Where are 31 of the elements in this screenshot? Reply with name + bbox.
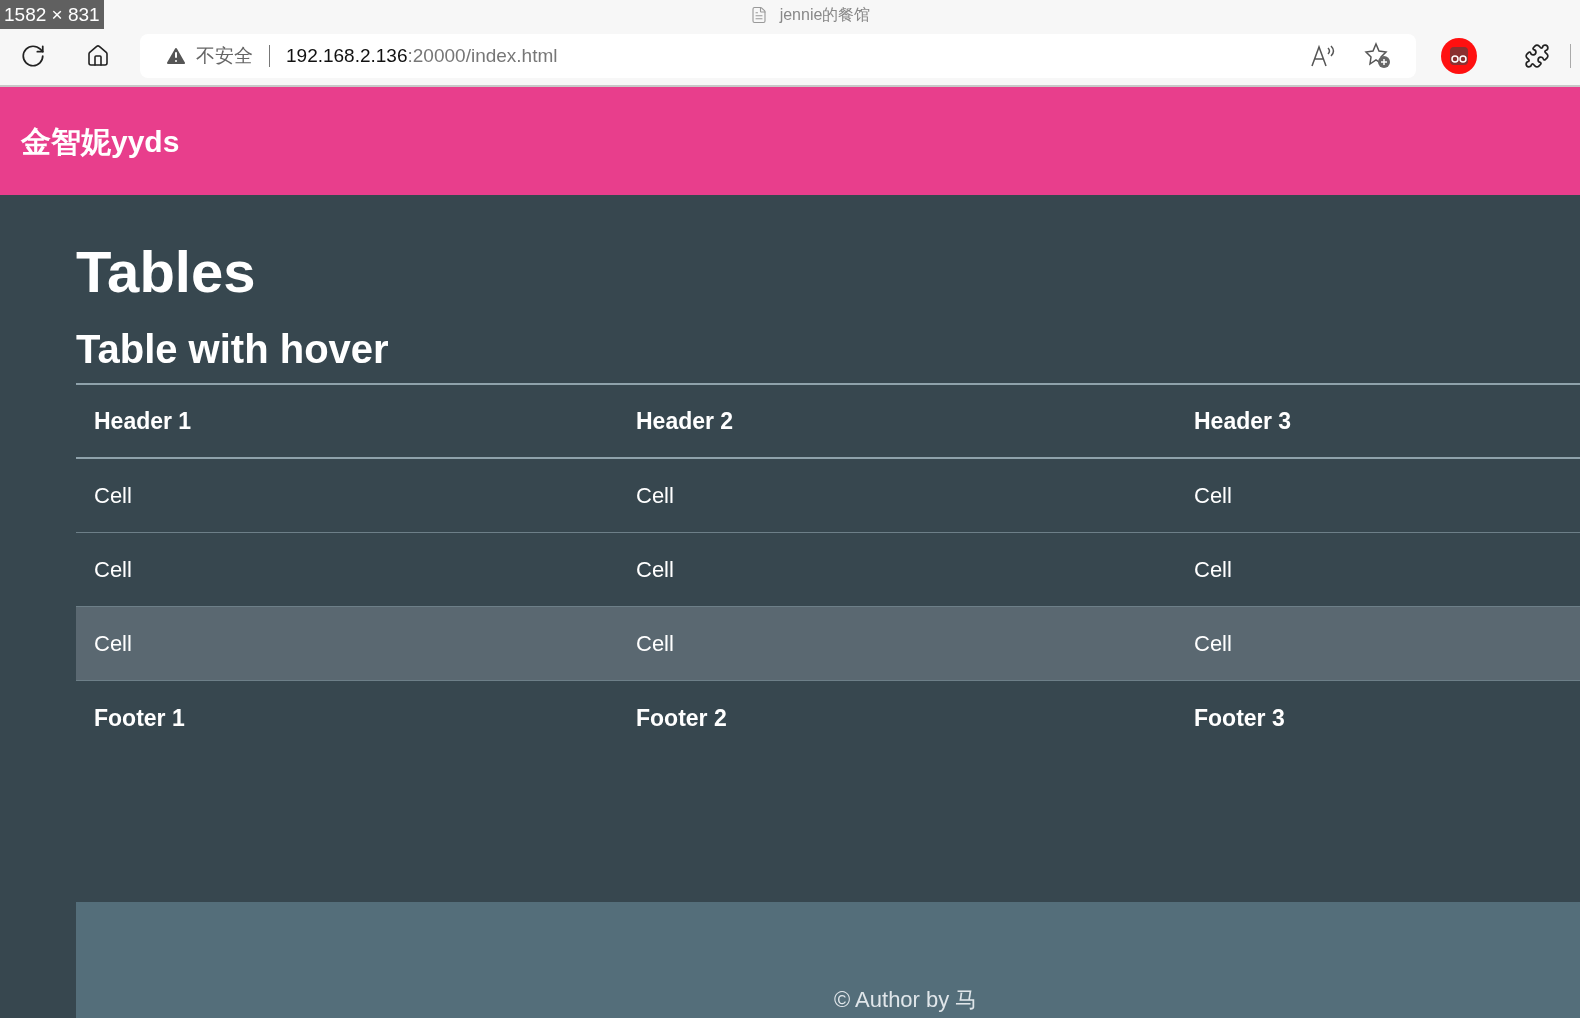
table-footer-cell-text: Footer 2 [635, 703, 728, 733]
brand-title[interactable]: 金智妮yyds [21, 118, 180, 164]
extension-icon[interactable] [1440, 37, 1478, 75]
table-cell-text: Cell [635, 630, 675, 658]
column-header: Header 1 [93, 406, 193, 436]
extensions-icon[interactable] [1524, 43, 1550, 69]
table-cell-text: Cell [93, 482, 133, 510]
table-cell-text: Cell [1193, 556, 1233, 584]
url-text: 192.168.2.136:20000/index.html [286, 43, 558, 68]
security-label: 不安全 [196, 43, 253, 68]
section-title: Table with hover [76, 326, 390, 373]
table-cell-text: Cell [635, 556, 675, 584]
reload-icon[interactable] [20, 43, 46, 69]
table-cell-text: Cell [93, 556, 133, 584]
page-title: Tables [76, 238, 257, 306]
page-icon [749, 6, 768, 24]
add-favorite-icon[interactable] [1364, 42, 1392, 70]
column-header: Header 2 [635, 406, 735, 436]
tab-title[interactable]: jennie的餐馆 [779, 3, 871, 27]
column-header: Header 3 [1193, 406, 1293, 436]
read-aloud-icon[interactable] [1310, 44, 1336, 68]
footer-text: © Author by 马 [834, 986, 978, 1014]
home-icon[interactable] [86, 44, 110, 68]
table-cell-text: Cell [93, 630, 133, 658]
table-cell-text: Cell [1193, 482, 1233, 510]
screenshot-size-label: 1582 × 831 [0, 0, 104, 29]
table-footer-cell-text: Footer 1 [93, 703, 186, 733]
table-footer-cell-text: Footer 3 [1193, 703, 1286, 733]
table-cell-text: Cell [635, 482, 675, 510]
address-bar[interactable]: 不安全 192.168.2.136:20000/index.html [140, 34, 1416, 78]
table-cell-text: Cell [1193, 630, 1233, 658]
